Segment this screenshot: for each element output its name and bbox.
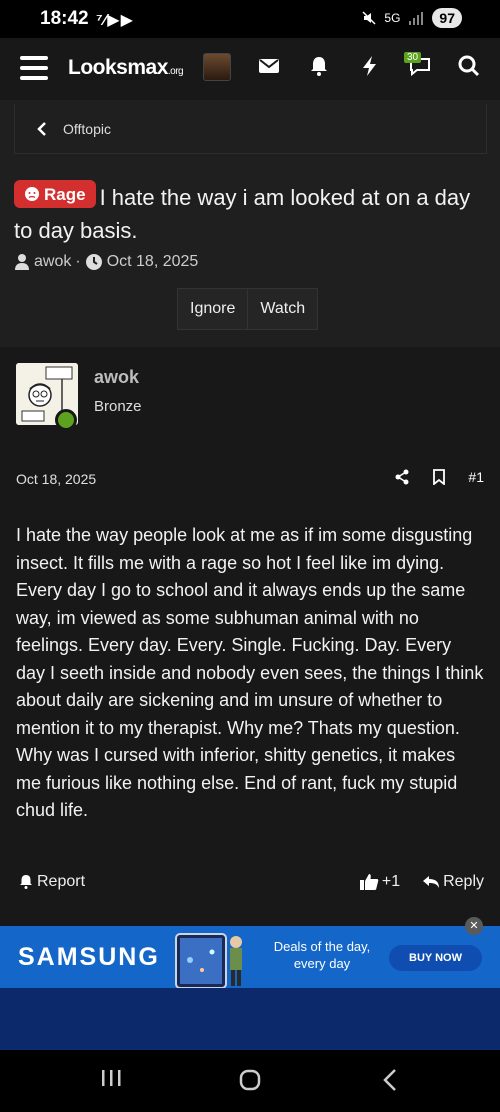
logo-tld: .org bbox=[167, 66, 184, 77]
post-number[interactable]: #1 bbox=[468, 469, 484, 485]
ad-product-image bbox=[175, 933, 242, 988]
thread-actions: Ignore Watch bbox=[177, 288, 319, 330]
post-container: awok Bronze Oct 18, 2025 #1 I hate the w… bbox=[0, 347, 500, 926]
angry-face-icon bbox=[25, 187, 39, 201]
site-logo[interactable]: Looksmax.org bbox=[68, 56, 184, 80]
breadcrumb[interactable]: Offtopic bbox=[14, 104, 487, 154]
reply-icon bbox=[423, 876, 440, 888]
page-background-strip bbox=[0, 988, 500, 1050]
bell-icon[interactable] bbox=[307, 54, 331, 78]
post-date[interactable]: Oct 18, 2025 bbox=[16, 471, 96, 487]
online-indicator bbox=[55, 409, 77, 431]
search-icon[interactable] bbox=[457, 54, 481, 78]
bookmark-icon[interactable] bbox=[432, 469, 446, 485]
top-navbar: Looksmax.org 30 bbox=[0, 38, 500, 100]
report-label: Report bbox=[37, 873, 86, 890]
share-icon[interactable] bbox=[394, 469, 410, 485]
bell-report-icon bbox=[20, 875, 32, 889]
post-actions-top: #1 bbox=[394, 469, 484, 485]
ad-banner[interactable]: SAMSUNG Deals of the day, every day BUY … bbox=[0, 926, 500, 988]
prefix-label: Rage bbox=[44, 184, 86, 204]
battery-level: 97 bbox=[432, 8, 462, 28]
bolt-icon[interactable] bbox=[358, 54, 382, 78]
post-footer: Report +1 Reply bbox=[18, 873, 484, 891]
status-right: 5G 97 bbox=[362, 8, 462, 28]
thread-page: Offtopic Rage I hate the way i am looked… bbox=[0, 100, 500, 926]
close-icon[interactable]: ✕ bbox=[465, 917, 483, 935]
watch-button[interactable]: Watch bbox=[247, 289, 317, 329]
like-button[interactable]: +1 bbox=[359, 873, 400, 891]
ad-buy-now-button[interactable]: BUY NOW bbox=[389, 945, 482, 971]
back-icon[interactable] bbox=[380, 1068, 400, 1097]
status-bar: 18:42 ⁷⁄▶▶ 5G 97 bbox=[0, 0, 500, 38]
thread-prefix-badge[interactable]: Rage bbox=[14, 180, 96, 208]
reply-button[interactable]: Reply bbox=[422, 873, 484, 891]
home-icon[interactable] bbox=[238, 1068, 262, 1097]
ad-text: Deals of the day, every day bbox=[273, 939, 371, 971]
ignore-button[interactable]: Ignore bbox=[178, 289, 247, 329]
post-user-title: Bronze bbox=[94, 398, 142, 415]
reply-label: Reply bbox=[443, 873, 484, 890]
meta-separator: · bbox=[75, 253, 81, 270]
post-body: I hate the way people look at me as if i… bbox=[16, 525, 484, 820]
notification-count-badge: 30 bbox=[404, 52, 422, 63]
thread-meta: awok · Oct 18, 2025 bbox=[14, 253, 198, 271]
user-avatar-nav[interactable] bbox=[203, 53, 231, 81]
network-label: 5G bbox=[384, 11, 401, 25]
breadcrumb-label: Offtopic bbox=[63, 120, 111, 137]
hamburger-icon[interactable] bbox=[20, 56, 48, 80]
chevron-left-icon bbox=[37, 121, 46, 136]
logo-main: Looksmax bbox=[68, 56, 168, 79]
user-icon bbox=[15, 254, 29, 270]
thread-date[interactable]: Oct 18, 2025 bbox=[107, 253, 199, 271]
thumbs-up-icon bbox=[359, 874, 379, 890]
ad-brand: SAMSUNG bbox=[18, 943, 160, 971]
mute-icon bbox=[362, 11, 376, 25]
report-button[interactable]: Report bbox=[18, 873, 85, 891]
recents-icon[interactable] bbox=[100, 1068, 122, 1093]
mail-icon[interactable] bbox=[257, 54, 281, 78]
signal-icon bbox=[409, 12, 424, 25]
status-app-icons: ⁷⁄▶▶ bbox=[96, 12, 134, 29]
thread-author[interactable]: awok bbox=[34, 253, 71, 271]
post-username[interactable]: awok bbox=[94, 367, 139, 388]
thread-title: Rage I hate the way i am looked at on a … bbox=[14, 180, 484, 247]
status-time: 18:42 bbox=[40, 8, 89, 29]
like-count: +1 bbox=[381, 873, 401, 890]
system-nav-bar bbox=[0, 1050, 500, 1112]
clock-icon bbox=[85, 254, 102, 270]
